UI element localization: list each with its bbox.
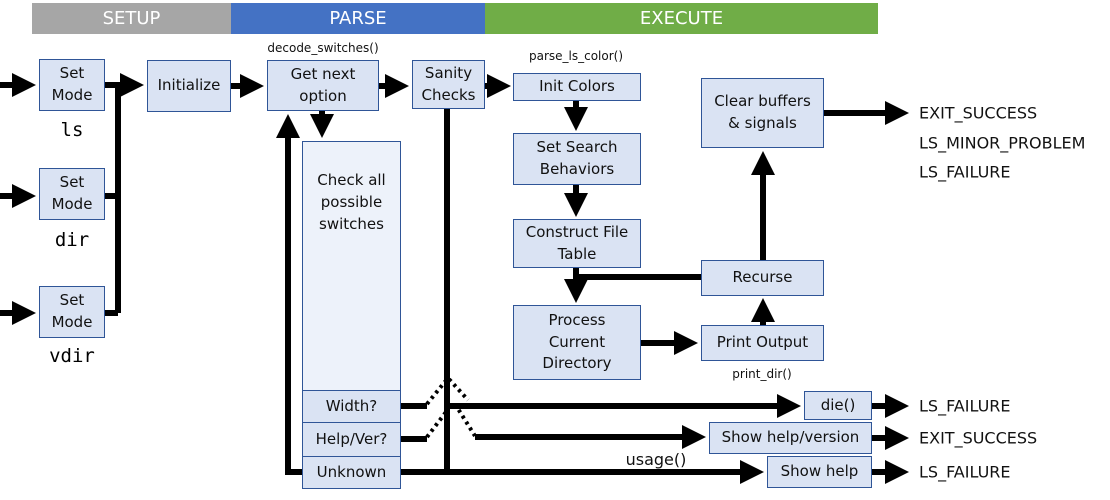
- print-output-box: Print Output: [701, 325, 824, 361]
- show-help-version-box: Show help/version: [709, 422, 872, 454]
- output-failure: LS_FAILURE: [919, 162, 1011, 182]
- recurse-box: Recurse: [701, 260, 824, 296]
- mode-vdir-label: vdir: [49, 345, 95, 367]
- mode-dir-label: dir: [54, 229, 90, 251]
- clear-buffers-box: Clear buffers & signals: [701, 78, 824, 148]
- sanity-checks-box: Sanity Checks: [412, 60, 485, 109]
- die-box: die(): [804, 391, 872, 420]
- unknown-box: Unknown: [302, 456, 401, 489]
- usage-label: usage(): [625, 450, 687, 469]
- output-die-failure: LS_FAILURE: [919, 396, 1011, 416]
- print-dir-label: print_dir(): [732, 367, 792, 381]
- check-switches-box: Check all possible switches: [302, 141, 401, 391]
- init-colors-box: Init Colors: [513, 73, 641, 101]
- set-mode-dir-box: Set Mode: [39, 168, 105, 220]
- construct-file-table-box: Construct File Table: [513, 219, 641, 268]
- set-mode-vdir-box: Set Mode: [39, 286, 105, 338]
- output-help-failure: LS_FAILURE: [919, 462, 1011, 482]
- get-next-option-box: Get next option: [267, 60, 379, 111]
- mode-ls-label: ls: [60, 119, 84, 141]
- search-behaviors-box: Set Search Behaviors: [513, 133, 641, 185]
- process-directory-box: Process Current Directory: [513, 305, 641, 380]
- output-minor-problem: LS_MINOR_PROBLEM: [919, 133, 1086, 153]
- parse-ls-color-label: parse_ls_color(): [528, 49, 624, 63]
- help-ver-box: Help/Ver?: [302, 422, 401, 457]
- initialize-box: Initialize: [147, 60, 231, 112]
- decode-switches-label: decode_switches(): [267, 41, 379, 55]
- set-mode-ls-box: Set Mode: [39, 59, 105, 111]
- output-help-success: EXIT_SUCCESS: [919, 428, 1038, 448]
- width-box: Width?: [302, 390, 401, 423]
- show-help-box: Show help: [767, 456, 872, 488]
- output-exit-success: EXIT_SUCCESS: [919, 103, 1038, 123]
